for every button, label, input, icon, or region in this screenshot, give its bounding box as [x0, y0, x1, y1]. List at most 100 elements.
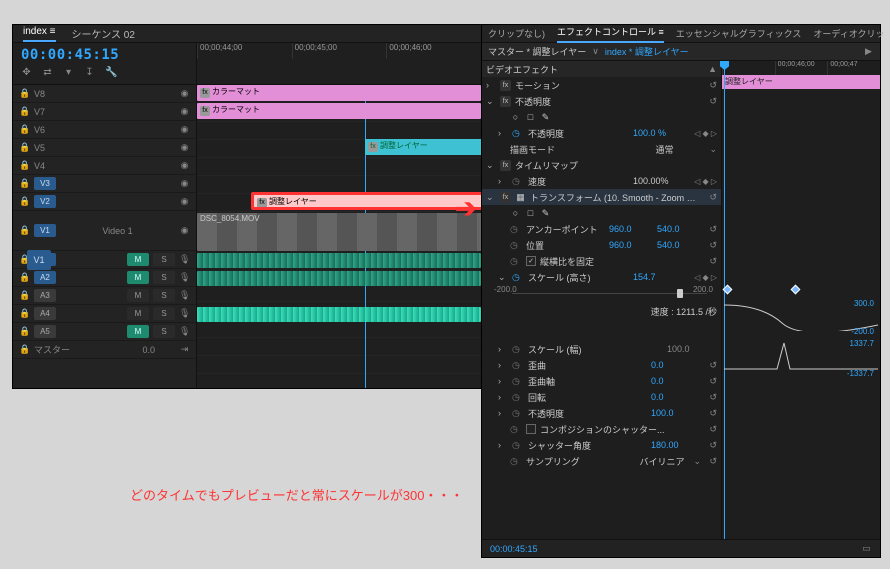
lock-icon[interactable]: 🔒: [19, 178, 30, 189]
lock-icon[interactable]: 🔒: [19, 308, 30, 319]
lock-icon[interactable]: 🔒: [19, 272, 30, 283]
clip-adjustment-highlighted[interactable]: fx調整レイヤー: [252, 193, 481, 209]
clip-colormat-1[interactable]: fxカラーマット: [197, 85, 481, 101]
solo-button[interactable]: S: [153, 271, 175, 284]
track-v1[interactable]: 🔒V1Video 1◉: [13, 211, 196, 251]
track-a5[interactable]: 🔒A5MS🎙: [13, 323, 196, 341]
voice-icon[interactable]: 🎙: [179, 326, 190, 337]
effect-graph-area[interactable]: 00;00;46;00 00;00;47 調整レイヤー 300.0 -200.0…: [722, 61, 880, 539]
stopwatch-icon[interactable]: ◷: [510, 240, 522, 251]
mute-button[interactable]: M: [127, 325, 149, 338]
keyframe-nav[interactable]: ◁ ◆ ▷: [687, 129, 717, 138]
pen-mask-icon[interactable]: ✎: [540, 112, 551, 123]
keyframe-nav[interactable]: ◁ ◆ ▷: [687, 177, 717, 186]
prop-opacity[interactable]: ›◷不透明度100.0 %◁ ◆ ▷: [482, 125, 721, 141]
tab-index[interactable]: index ≡: [23, 26, 56, 42]
clip-colormat-2[interactable]: fxカラーマット: [197, 103, 481, 119]
lock-icon[interactable]: 🔒: [19, 326, 30, 337]
reset-icon[interactable]: ↺: [705, 424, 717, 435]
tab-essential-graphics[interactable]: エッセンシャルグラフィックス: [676, 27, 802, 40]
eye-icon[interactable]: ◉: [179, 225, 190, 236]
mute-button[interactable]: M: [127, 253, 149, 266]
track-a2[interactable]: 🔒A2MS🎙: [13, 269, 196, 287]
stopwatch-icon[interactable]: ◷: [512, 360, 524, 371]
prop-uniform-scale[interactable]: ◷縦横比を固定↺: [482, 253, 721, 269]
footer-timecode[interactable]: 00:00:45:15: [490, 544, 538, 554]
play-icon[interactable]: ▶: [863, 46, 874, 57]
chevron-down-icon[interactable]: ⌄: [498, 272, 508, 283]
comp-shutter-checkbox[interactable]: [526, 424, 536, 434]
marker-icon[interactable]: ▾: [63, 67, 74, 78]
track-v3[interactable]: 🔒V3◉: [13, 175, 196, 193]
eye-icon[interactable]: ◉: [179, 106, 190, 117]
tab-sequence02[interactable]: シーケンス 02: [72, 26, 135, 41]
voice-icon[interactable]: 🎙: [179, 308, 190, 319]
rect-mask-icon[interactable]: □: [525, 208, 536, 218]
track-v6[interactable]: 🔒V6◉: [13, 121, 196, 139]
lock-icon[interactable]: 🔒: [19, 142, 30, 153]
prop-scale-height[interactable]: ⌄◷スケール (高さ)154.7◁ ◆ ▷: [482, 269, 721, 285]
track-master[interactable]: 🔒マスター0.0⇥: [13, 341, 196, 359]
prop-opacity2[interactable]: ›◷不透明度100.0↺: [482, 405, 721, 421]
keyframe-diamond[interactable]: [791, 285, 801, 295]
voice-icon[interactable]: 🎙: [179, 272, 190, 283]
group-transform[interactable]: ⌄fx▦トランスフォーム (10. Smooth - Zoom OUT)...↺: [482, 189, 721, 205]
group-motion[interactable]: ›fxモーション↺: [482, 77, 721, 93]
voice-icon[interactable]: 🎙: [179, 290, 190, 301]
clip-video-v1[interactable]: DSC_8054.MOV: [197, 213, 481, 251]
eye-icon[interactable]: ◉: [179, 160, 190, 171]
stopwatch-icon[interactable]: ◷: [512, 128, 524, 139]
linked-sel-icon[interactable]: ⇄: [42, 67, 53, 78]
clip-audio-a4[interactable]: [197, 307, 481, 322]
voice-icon[interactable]: 🎙: [179, 254, 190, 265]
chevron-down-icon[interactable]: ⌄: [486, 96, 496, 107]
prop-scale-width[interactable]: ›◷スケール (幅)100.0: [482, 341, 721, 357]
lock-icon[interactable]: 🔒: [19, 290, 30, 301]
stopwatch-icon[interactable]: ◷: [510, 224, 522, 235]
tab-no-clip[interactable]: クリップなし): [488, 27, 545, 40]
clip-adjustment-v5[interactable]: fx調整レイヤー: [365, 139, 481, 155]
toggle-icon[interactable]: ▲: [705, 64, 717, 74]
reset-icon[interactable]: ↺: [705, 408, 717, 419]
v1-source-patch[interactable]: V1: [27, 250, 51, 270]
stopwatch-icon[interactable]: ◷: [510, 424, 522, 435]
reset-icon[interactable]: ↺: [705, 80, 717, 91]
uniform-scale-checkbox[interactable]: [526, 256, 536, 266]
insert-icon[interactable]: ↧: [84, 67, 95, 78]
reset-icon[interactable]: ↺: [705, 392, 717, 403]
mute-button[interactable]: M: [127, 271, 149, 284]
solo-button[interactable]: S: [153, 307, 175, 320]
prop-skew[interactable]: ›◷歪曲0.0↺: [482, 357, 721, 373]
tab-audio-clip[interactable]: オーディオクリッ: [813, 27, 884, 40]
prop-skew-axis[interactable]: ›◷歪曲軸0.0↺: [482, 373, 721, 389]
reset-icon[interactable]: ↺: [705, 240, 717, 251]
timeline-ruler-area[interactable]: 00;00;44;00 00;00;45;00 00;00;46;00: [197, 43, 481, 84]
scale-slider[interactable]: -200.0 200.0: [482, 285, 721, 303]
mute-button[interactable]: M: [127, 307, 149, 320]
eye-icon[interactable]: ◉: [179, 142, 190, 153]
stopwatch-icon[interactable]: ◷: [512, 376, 524, 387]
track-v8[interactable]: 🔒V8◉: [13, 85, 196, 103]
prop-speed[interactable]: ›◷速度100.00%◁ ◆ ▷: [482, 173, 721, 189]
tab-effect-controls[interactable]: エフェクトコントロール ≡: [557, 25, 664, 43]
solo-button[interactable]: S: [153, 289, 175, 302]
lock-icon[interactable]: 🔒: [19, 196, 30, 207]
lock-icon[interactable]: 🔒: [19, 124, 30, 135]
stopwatch-icon[interactable]: ◷: [512, 272, 524, 283]
stopwatch-icon[interactable]: ◷: [510, 456, 522, 467]
lock-icon[interactable]: 🔒: [19, 160, 30, 171]
prop-comp-shutter[interactable]: ◷コンポジションのシャッター...↺: [482, 421, 721, 437]
prop-sampling[interactable]: ◷サンプリングバイリニア⌄↺: [482, 453, 721, 469]
clip-audio-a1[interactable]: [197, 253, 481, 268]
solo-button[interactable]: S: [153, 253, 175, 266]
eye-icon[interactable]: ◉: [179, 196, 190, 207]
clip-link[interactable]: index * 調整レイヤー: [605, 45, 689, 58]
lock-icon[interactable]: 🔒: [19, 106, 30, 117]
chevron-right-icon[interactable]: ›: [486, 80, 496, 90]
reset-icon[interactable]: ↺: [705, 192, 717, 203]
keyframe-nav[interactable]: ◁ ◆ ▷: [687, 273, 717, 282]
wrench-icon[interactable]: 🔧: [105, 67, 116, 78]
group-timeremap[interactable]: ⌄fxタイムリマップ: [482, 157, 721, 173]
reset-icon[interactable]: ↺: [705, 360, 717, 371]
prop-blend-mode[interactable]: 描画モード通常⌄: [482, 141, 721, 157]
